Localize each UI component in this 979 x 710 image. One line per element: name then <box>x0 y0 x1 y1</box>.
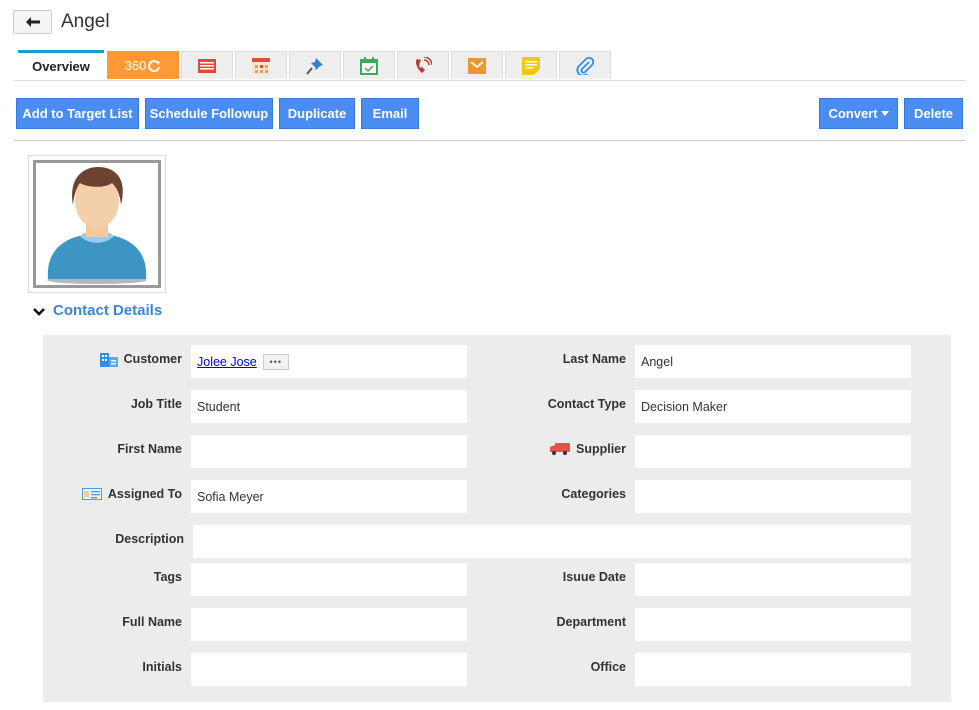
tab-emails[interactable] <box>451 51 503 79</box>
first-name-label: First Name <box>117 442 182 456</box>
duplicate-button[interactable]: Duplicate <box>279 98 355 129</box>
supplier-label: Supplier <box>500 435 626 463</box>
schedule-followup-button[interactable]: Schedule Followup <box>145 98 273 129</box>
assigned-to-label: Assigned To <box>60 480 182 508</box>
calendar-check-icon <box>360 56 378 75</box>
first-name-field[interactable] <box>191 435 467 468</box>
id-card-icon <box>81 488 102 500</box>
full-name-label: Full Name <box>122 615 182 629</box>
envelope-icon <box>468 57 486 74</box>
calendar-icon <box>252 57 270 75</box>
list-card-icon <box>198 58 216 73</box>
customer-link[interactable]: Jolee Jose <box>197 355 257 369</box>
convert-label: Convert <box>828 106 878 121</box>
email-button[interactable]: Email <box>361 98 419 129</box>
contact-type-field[interactable]: Decision Maker <box>635 390 911 423</box>
tab-360[interactable]: 360 <box>107 51 179 79</box>
add-to-target-list-button[interactable]: Add to Target List <box>16 98 139 129</box>
full-name-field[interactable] <box>191 608 467 641</box>
job-title-field[interactable]: Student <box>191 390 467 423</box>
office-label: Office <box>590 660 626 674</box>
person-avatar-icon <box>47 167 147 284</box>
tabs-divider <box>14 80 966 81</box>
tab-tasks[interactable] <box>343 51 395 79</box>
issue-date-label: Isuue Date <box>562 570 626 584</box>
page-title: Angel <box>61 11 110 32</box>
customer-field: Jolee Jose ••• <box>191 345 467 378</box>
tags-field[interactable] <box>191 563 467 596</box>
assigned-to-label-text: Assigned To <box>107 487 182 501</box>
tab-attachments[interactable] <box>559 51 611 79</box>
department-field[interactable] <box>635 608 911 641</box>
toolbar-divider <box>14 140 966 141</box>
tab-list[interactable] <box>181 51 233 79</box>
customer-more-button[interactable]: ••• <box>262 353 289 370</box>
contact-photo[interactable] <box>28 155 166 293</box>
tab-bar: Overview 360 <box>18 50 613 81</box>
tab-pin[interactable] <box>289 51 341 79</box>
tab-overview[interactable]: Overview <box>18 50 104 80</box>
tab-sticky-notes[interactable] <box>505 51 557 79</box>
caret-down-icon <box>880 111 889 116</box>
initials-label: Initials <box>142 660 182 674</box>
back-button[interactable] <box>13 10 52 34</box>
chevron-down-icon <box>33 308 45 316</box>
office-field[interactable] <box>635 653 911 686</box>
supplier-label-text: Supplier <box>575 442 626 456</box>
job-title-label: Job Title <box>130 397 182 411</box>
paperclip-icon <box>576 56 594 75</box>
last-name-label: Last Name <box>562 352 626 366</box>
convert-button[interactable]: Convert <box>819 98 898 129</box>
truck-icon <box>549 443 570 455</box>
tags-label: Tags <box>153 570 182 584</box>
tab-360-label: 360 <box>124 58 147 73</box>
refresh-icon <box>148 59 161 72</box>
delete-button[interactable]: Delete <box>904 98 963 129</box>
description-field[interactable] <box>193 525 911 558</box>
customer-label-text: Customer <box>123 352 182 366</box>
customer-label: Customer <box>60 345 182 373</box>
description-label: Description <box>115 532 184 546</box>
initials-field[interactable] <box>191 653 467 686</box>
avatar <box>33 160 161 288</box>
supplier-field[interactable] <box>635 435 911 468</box>
building-icon <box>99 353 118 367</box>
arrow-left-icon <box>25 17 40 27</box>
sticky-note-icon <box>522 56 540 75</box>
phone-icon <box>416 56 432 73</box>
tab-calls[interactable] <box>397 51 449 79</box>
contact-type-label: Contact Type <box>547 397 626 411</box>
categories-label: Categories <box>561 487 626 501</box>
assigned-to-field[interactable]: Sofia Meyer <box>191 480 467 513</box>
pin-icon <box>306 57 323 75</box>
section-title: Contact Details <box>53 302 163 319</box>
department-label: Department <box>556 615 626 629</box>
issue-date-field[interactable] <box>635 563 911 596</box>
contact-details-toggle[interactable]: Contact Details <box>33 302 162 319</box>
last-name-field[interactable]: Angel <box>635 345 911 378</box>
tab-calendar[interactable] <box>235 51 287 79</box>
categories-field[interactable] <box>635 480 911 513</box>
